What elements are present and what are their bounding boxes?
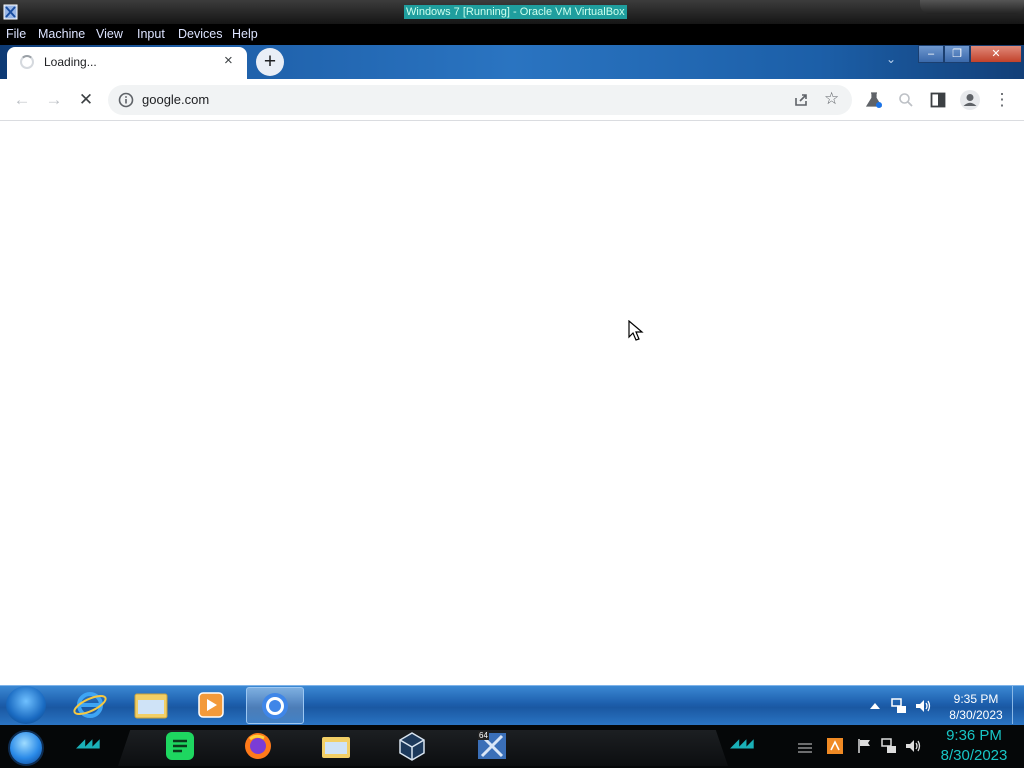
page-content[interactable] bbox=[0, 121, 1024, 685]
search-icon[interactable] bbox=[897, 91, 915, 109]
menu-view[interactable]: View bbox=[96, 27, 123, 41]
notes-app-icon[interactable] bbox=[164, 730, 196, 762]
back-button[interactable]: ← bbox=[11, 90, 33, 110]
host-window-controls[interactable] bbox=[920, 0, 1024, 14]
menu-file[interactable]: File bbox=[6, 27, 26, 41]
address-bar[interactable] bbox=[108, 85, 852, 115]
chrome-menu-button[interactable]: ⋮ bbox=[991, 90, 1013, 110]
volume-icon[interactable] bbox=[914, 697, 932, 715]
media-player-icon[interactable] bbox=[184, 688, 238, 722]
menu-input[interactable]: Input bbox=[137, 27, 165, 41]
show-desktop-button[interactable] bbox=[1012, 686, 1024, 724]
host-start-button[interactable] bbox=[8, 730, 44, 766]
orange-app-tray-icon[interactable] bbox=[826, 737, 844, 755]
taskbar-decoration: ◢◢◢ bbox=[730, 736, 754, 750]
loading-spinner-icon bbox=[20, 55, 34, 69]
host-clock-date[interactable]: 8/30/2023 bbox=[932, 747, 1016, 764]
share-icon[interactable] bbox=[792, 91, 810, 109]
network-icon[interactable] bbox=[890, 697, 908, 715]
side-panel-icon[interactable] bbox=[928, 90, 948, 110]
new-tab-button[interactable]: + bbox=[256, 48, 284, 76]
tray-menu-icon[interactable] bbox=[796, 740, 814, 756]
virtualbox-logo-icon bbox=[3, 4, 18, 20]
vbox-window-title: Windows 7 [Running] - Oracle VM VirtualB… bbox=[404, 5, 627, 19]
vbox-menu-bar: File Machine View Input Devices Help bbox=[0, 24, 1024, 45]
menu-help[interactable]: Help bbox=[232, 27, 258, 41]
action-center-flag-icon[interactable] bbox=[856, 737, 874, 755]
profile-avatar-icon[interactable] bbox=[959, 89, 981, 111]
bookmark-star-icon[interactable]: ☆ bbox=[824, 89, 839, 109]
host-clock-time[interactable]: 9:36 PM bbox=[932, 727, 1016, 744]
file-explorer-icon[interactable] bbox=[320, 730, 352, 762]
window-controls: – ❐ ✕ bbox=[918, 45, 1022, 63]
guest-clock-time[interactable]: 9:35 PM bbox=[940, 692, 1012, 706]
host-volume-icon[interactable] bbox=[904, 737, 922, 755]
menu-machine[interactable]: Machine bbox=[38, 27, 85, 41]
chrome-tab-active[interactable] bbox=[7, 47, 247, 79]
guest-start-button[interactable] bbox=[6, 686, 46, 724]
firefox-icon[interactable] bbox=[242, 730, 274, 762]
chrome-icon bbox=[262, 693, 288, 719]
show-hidden-icons-button[interactable] bbox=[868, 700, 882, 712]
labs-flask-icon[interactable] bbox=[864, 90, 884, 110]
tab-title: Loading... bbox=[44, 55, 97, 69]
cube-app-icon[interactable] bbox=[396, 730, 428, 762]
windows-explorer-icon[interactable] bbox=[124, 688, 178, 722]
virtualbox-64-badge: 64 bbox=[478, 731, 489, 740]
mouse-cursor-icon bbox=[628, 320, 644, 341]
host-network-icon[interactable] bbox=[880, 737, 898, 755]
stop-loading-button[interactable]: ✕ bbox=[75, 90, 97, 110]
internet-explorer-icon[interactable] bbox=[64, 688, 118, 722]
forward-button[interactable]: → bbox=[43, 90, 65, 110]
close-window-button[interactable]: ✕ bbox=[970, 45, 1022, 63]
site-info-icon[interactable] bbox=[117, 91, 135, 109]
url-text[interactable]: google.com bbox=[142, 92, 209, 108]
menu-devices[interactable]: Devices bbox=[178, 27, 222, 41]
guest-clock-date[interactable]: 8/30/2023 bbox=[940, 708, 1012, 722]
tab-search-button[interactable]: ⌄ bbox=[886, 52, 896, 66]
taskbar-decoration: ◢◢◢ bbox=[76, 736, 100, 750]
tab-close-button[interactable]: × bbox=[224, 53, 233, 68]
maximize-button[interactable]: ❐ bbox=[944, 45, 970, 63]
minimize-button[interactable]: – bbox=[918, 45, 944, 63]
